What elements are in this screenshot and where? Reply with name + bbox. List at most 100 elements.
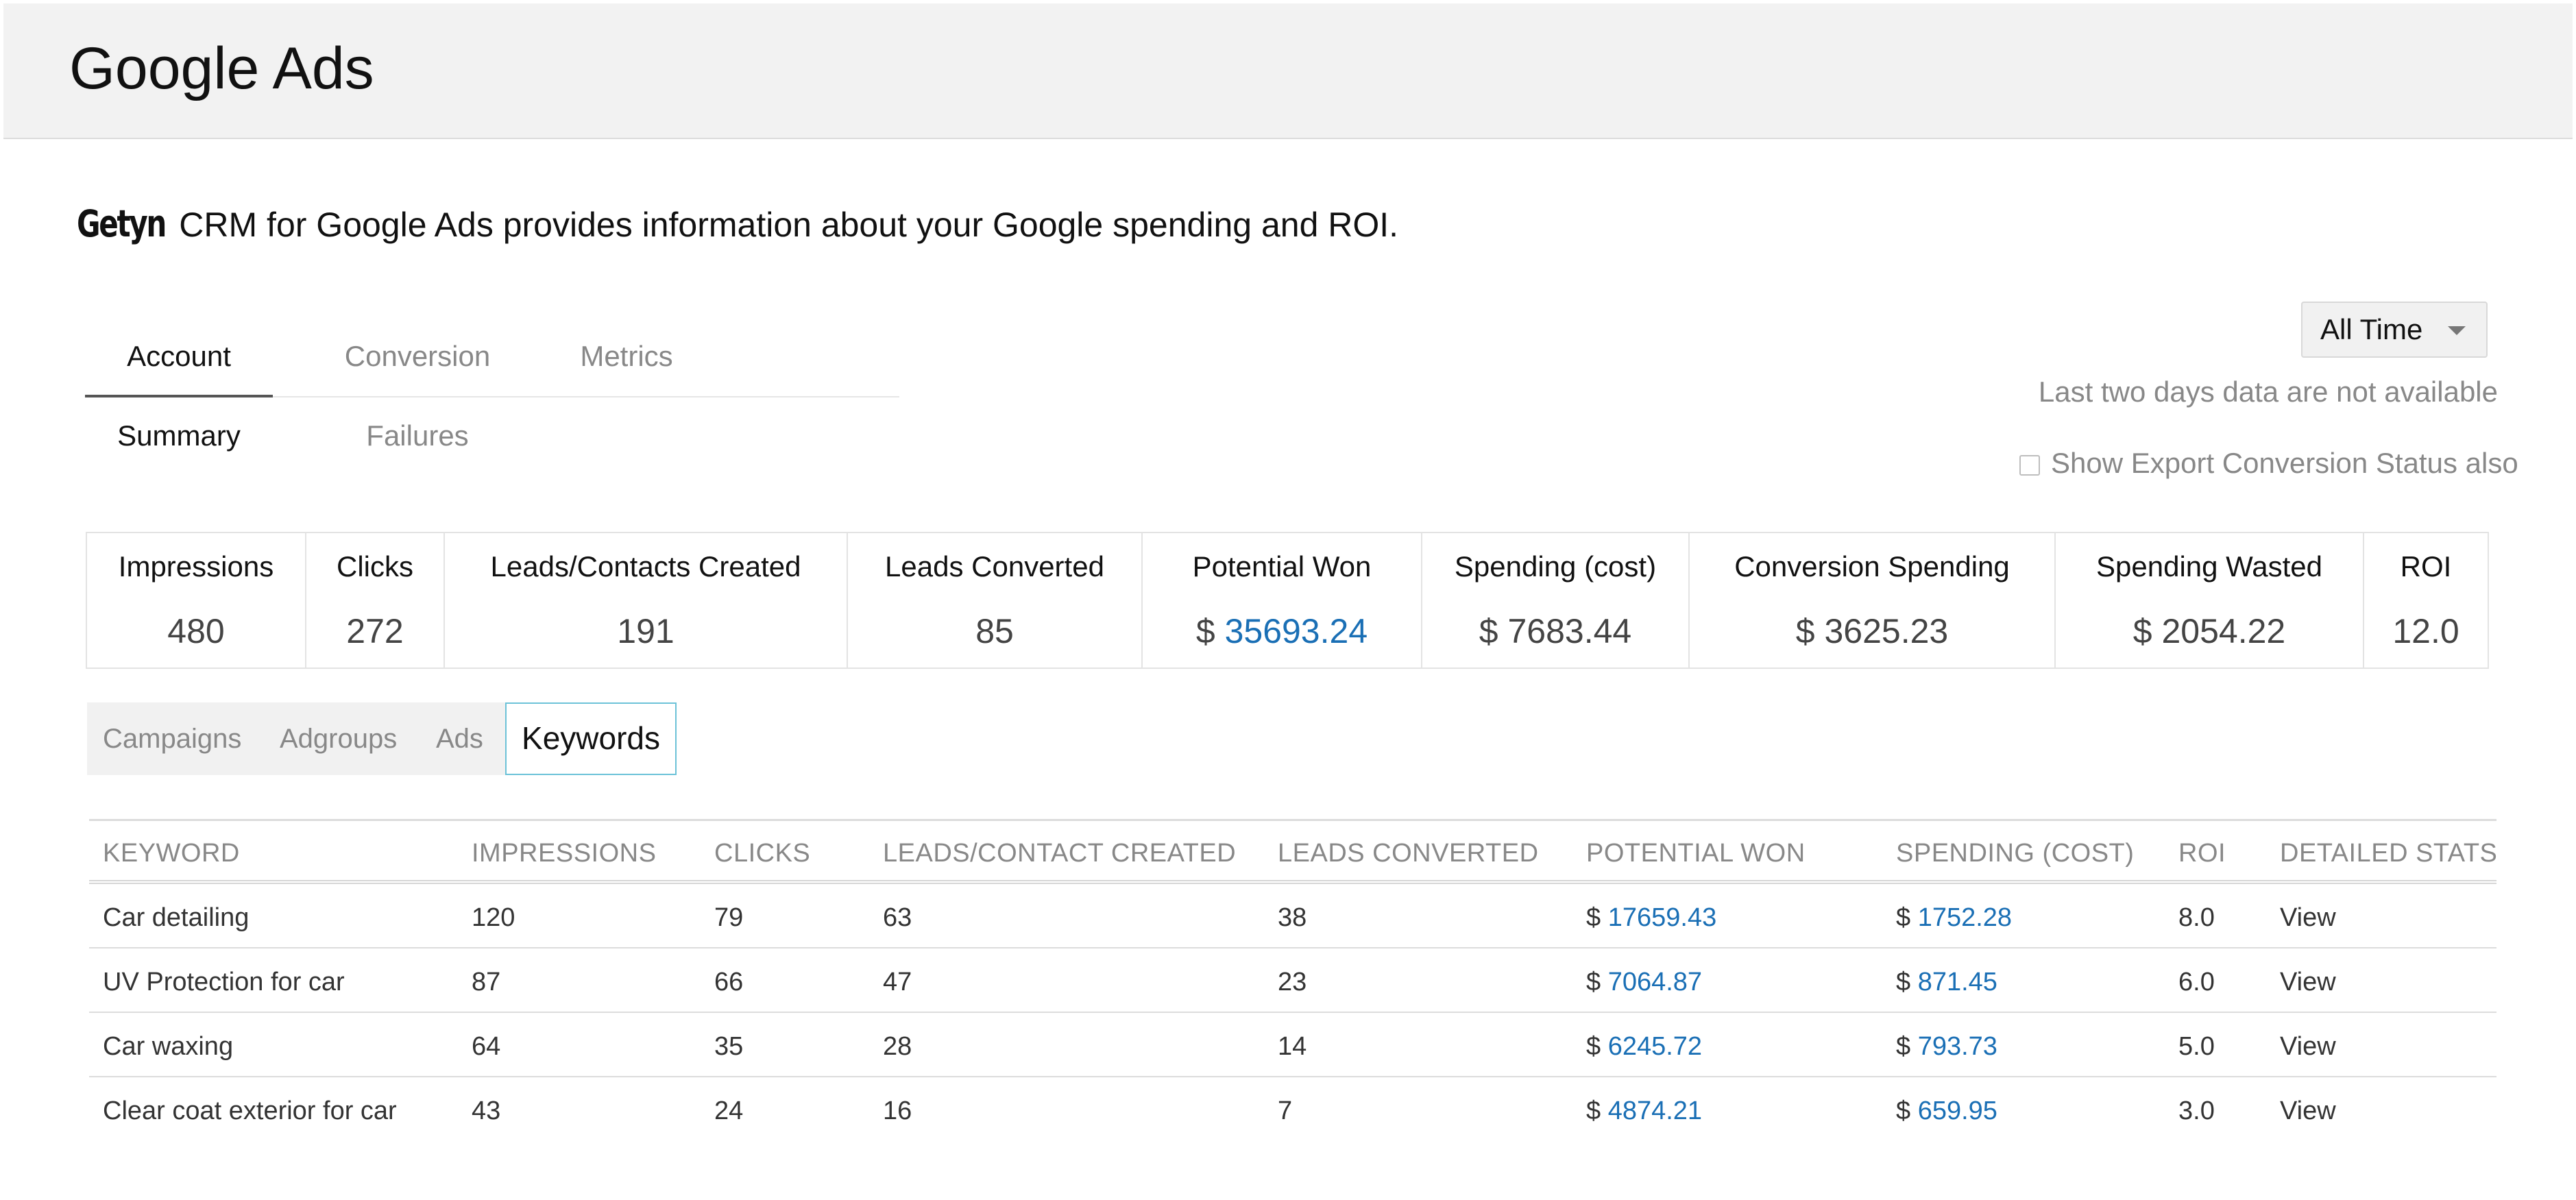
keyword-cell: Clear coat exterior for car [103,1097,397,1125]
currency-symbol: $ [1896,1032,1911,1061]
currency-symbol: $ [1896,968,1911,996]
view-stats-link[interactable]: View [2280,903,2336,933]
view-stats-link[interactable]: View [2280,968,2336,997]
currency-symbol: $ [1896,1097,1911,1125]
leads-link[interactable]: 63 [883,903,912,933]
stat-value: 480 [167,612,225,650]
view-stats-link[interactable]: View [2280,1032,2336,1062]
stat-value: $ 7683.44 [1479,612,1632,650]
stat-value-link[interactable]: 35693.24 [1225,612,1368,650]
table-row: UV Protection for car 87 66 47 23 $ 7064… [89,948,2496,1013]
column-header: LEADS CONVERTED [1278,839,1539,868]
subtab-keywords[interactable]: Keywords [505,702,677,775]
potential-won-cell: $ 17659.43 [1586,903,1716,933]
roi-cell: 5.0 [2178,1032,2215,1061]
stat-label: Impressions [118,550,274,583]
keywords-table: KEYWORD IMPRESSIONS CLICKS LEADS/CONTACT… [89,819,2498,1142]
column-header: IMPRESSIONS [472,839,657,868]
data-availability-note: Last two days data are not available [2038,376,2498,408]
converted-cell: 14 [1278,1032,1307,1061]
spending-cell: $ 793.73 [1896,1032,1997,1062]
column-header: DETAILED STATS [2280,839,2498,868]
stat-value: 85 [975,612,1014,650]
stat-label: ROI [2400,550,2452,583]
table-row: Car detailing 120 79 63 38 $ 17659.43 $ … [89,884,2496,948]
spending-cell: $ 1752.28 [1896,903,2012,933]
currency-symbol: $ [1586,1032,1601,1061]
subtab-campaigns[interactable]: Campaigns [103,702,241,775]
potential-won-link[interactable]: 6245.72 [1608,1032,1702,1061]
date-range-value: All Time [2320,313,2423,345]
tab-metrics[interactable]: Metrics [558,317,695,397]
view-stats-link[interactable]: View [2280,1097,2336,1126]
date-range-select[interactable]: All Time [2301,302,2488,358]
stat-value: 12.0 [2392,612,2459,650]
clicks-cell: 66 [714,968,744,996]
main-tabs: Account Summary Conversion Failures Metr… [85,317,899,452]
potential-won-link[interactable]: 4874.21 [1608,1097,1702,1125]
subtab-adgroups[interactable]: Adgroups [280,702,397,775]
column-header: SPENDING (COST) [1896,839,2135,868]
impressions-cell: 64 [472,1032,501,1061]
impressions-cell: 87 [472,968,501,996]
converted-cell: 23 [1278,968,1307,996]
stat-label: Spending Wasted [2096,550,2322,583]
potential-won-cell: $ 4874.21 [1586,1097,1702,1126]
tab-account-summary[interactable]: Account Summary [85,317,273,452]
stat-label: Conversion Spending [1734,550,2010,583]
potential-won-cell: $ 6245.72 [1586,1032,1702,1062]
stat-label: Clicks [337,550,413,583]
spending-link[interactable]: 793.73 [1918,1032,1997,1061]
leads-link[interactable]: 28 [883,1032,912,1062]
keyword-cell: Car waxing [103,1032,234,1061]
converted-cell: 38 [1278,903,1307,932]
stat-conversion-spending: Conversion Spending $ 3625.23 [1690,533,2056,668]
leads-link[interactable]: 47 [883,968,912,997]
top-bar: Google Ads [3,3,2573,139]
stat-label: Spending (cost) [1454,550,1657,583]
column-header: LEADS/CONTACT CREATED [883,839,1237,868]
impressions-cell: 43 [472,1097,501,1125]
export-label: Show Export Conversion Status also [2051,447,2518,479]
table-header: KEYWORD IMPRESSIONS CLICKS LEADS/CONTACT… [89,821,2498,884]
intro-text: Getyn CRM for Google Ads provides inform… [77,206,1398,243]
tab-conversion-failures[interactable]: Conversion Failures [291,317,544,452]
caret-down-icon [2448,326,2466,335]
spending-cell: $ 659.95 [1896,1097,1997,1126]
report-subtabs: Campaigns Adgroups Ads Keywords [87,702,677,775]
stat-value-link[interactable]: 191 [445,611,847,651]
stat-label: Leads Converted [885,550,1104,583]
spending-link[interactable]: 871.45 [1918,968,1997,996]
stat-label: Potential Won [1192,550,1372,583]
potential-won-link[interactable]: 17659.43 [1608,903,1717,932]
clicks-cell: 24 [714,1097,744,1125]
clicks-cell: 79 [714,903,744,932]
column-header: POTENTIAL WON [1586,839,1806,868]
keyword-cell: UV Protection for car [103,968,345,996]
export-conversion-toggle[interactable]: Show Export Conversion Status also [2019,447,2518,480]
stat-label: Leads/Contacts Created [490,550,801,583]
stat-value: 272 [346,612,404,650]
roi-cell: 3.0 [2178,1097,2215,1125]
stat-leads-converted: Leads Converted 85 [848,533,1143,668]
spending-link[interactable]: 1752.28 [1918,903,2012,932]
stat-value: $ 35693.24 [1143,611,1421,651]
table-row: Car waxing 64 35 28 14 $ 6245.72 $ 793.7… [89,1013,2496,1077]
brand-logo-text: Getyn [77,202,167,245]
subtab-ads[interactable]: Ads [436,702,483,775]
keyword-cell: Car detailing [103,903,250,932]
spending-link[interactable]: 659.95 [1918,1097,1997,1125]
stat-value: $ 3625.23 [1795,612,1949,650]
stat-value: $ 2054.22 [2133,612,2286,650]
table-row: Clear coat exterior for car 43 24 16 7 $… [89,1077,2496,1142]
stat-potential-won: Potential Won $ 35693.24 [1143,533,1422,668]
currency-symbol: $ [1195,612,1225,650]
spending-cell: $ 871.45 [1896,968,1997,997]
potential-won-link[interactable]: 7064.87 [1608,968,1702,996]
stat-clicks: Clicks 272 [306,533,445,668]
leads-link[interactable]: 16 [883,1097,912,1126]
currency-symbol: $ [1586,1097,1601,1125]
export-checkbox[interactable] [2019,454,2040,476]
column-header: KEYWORD [103,839,240,868]
converted-cell: 7 [1278,1097,1293,1125]
